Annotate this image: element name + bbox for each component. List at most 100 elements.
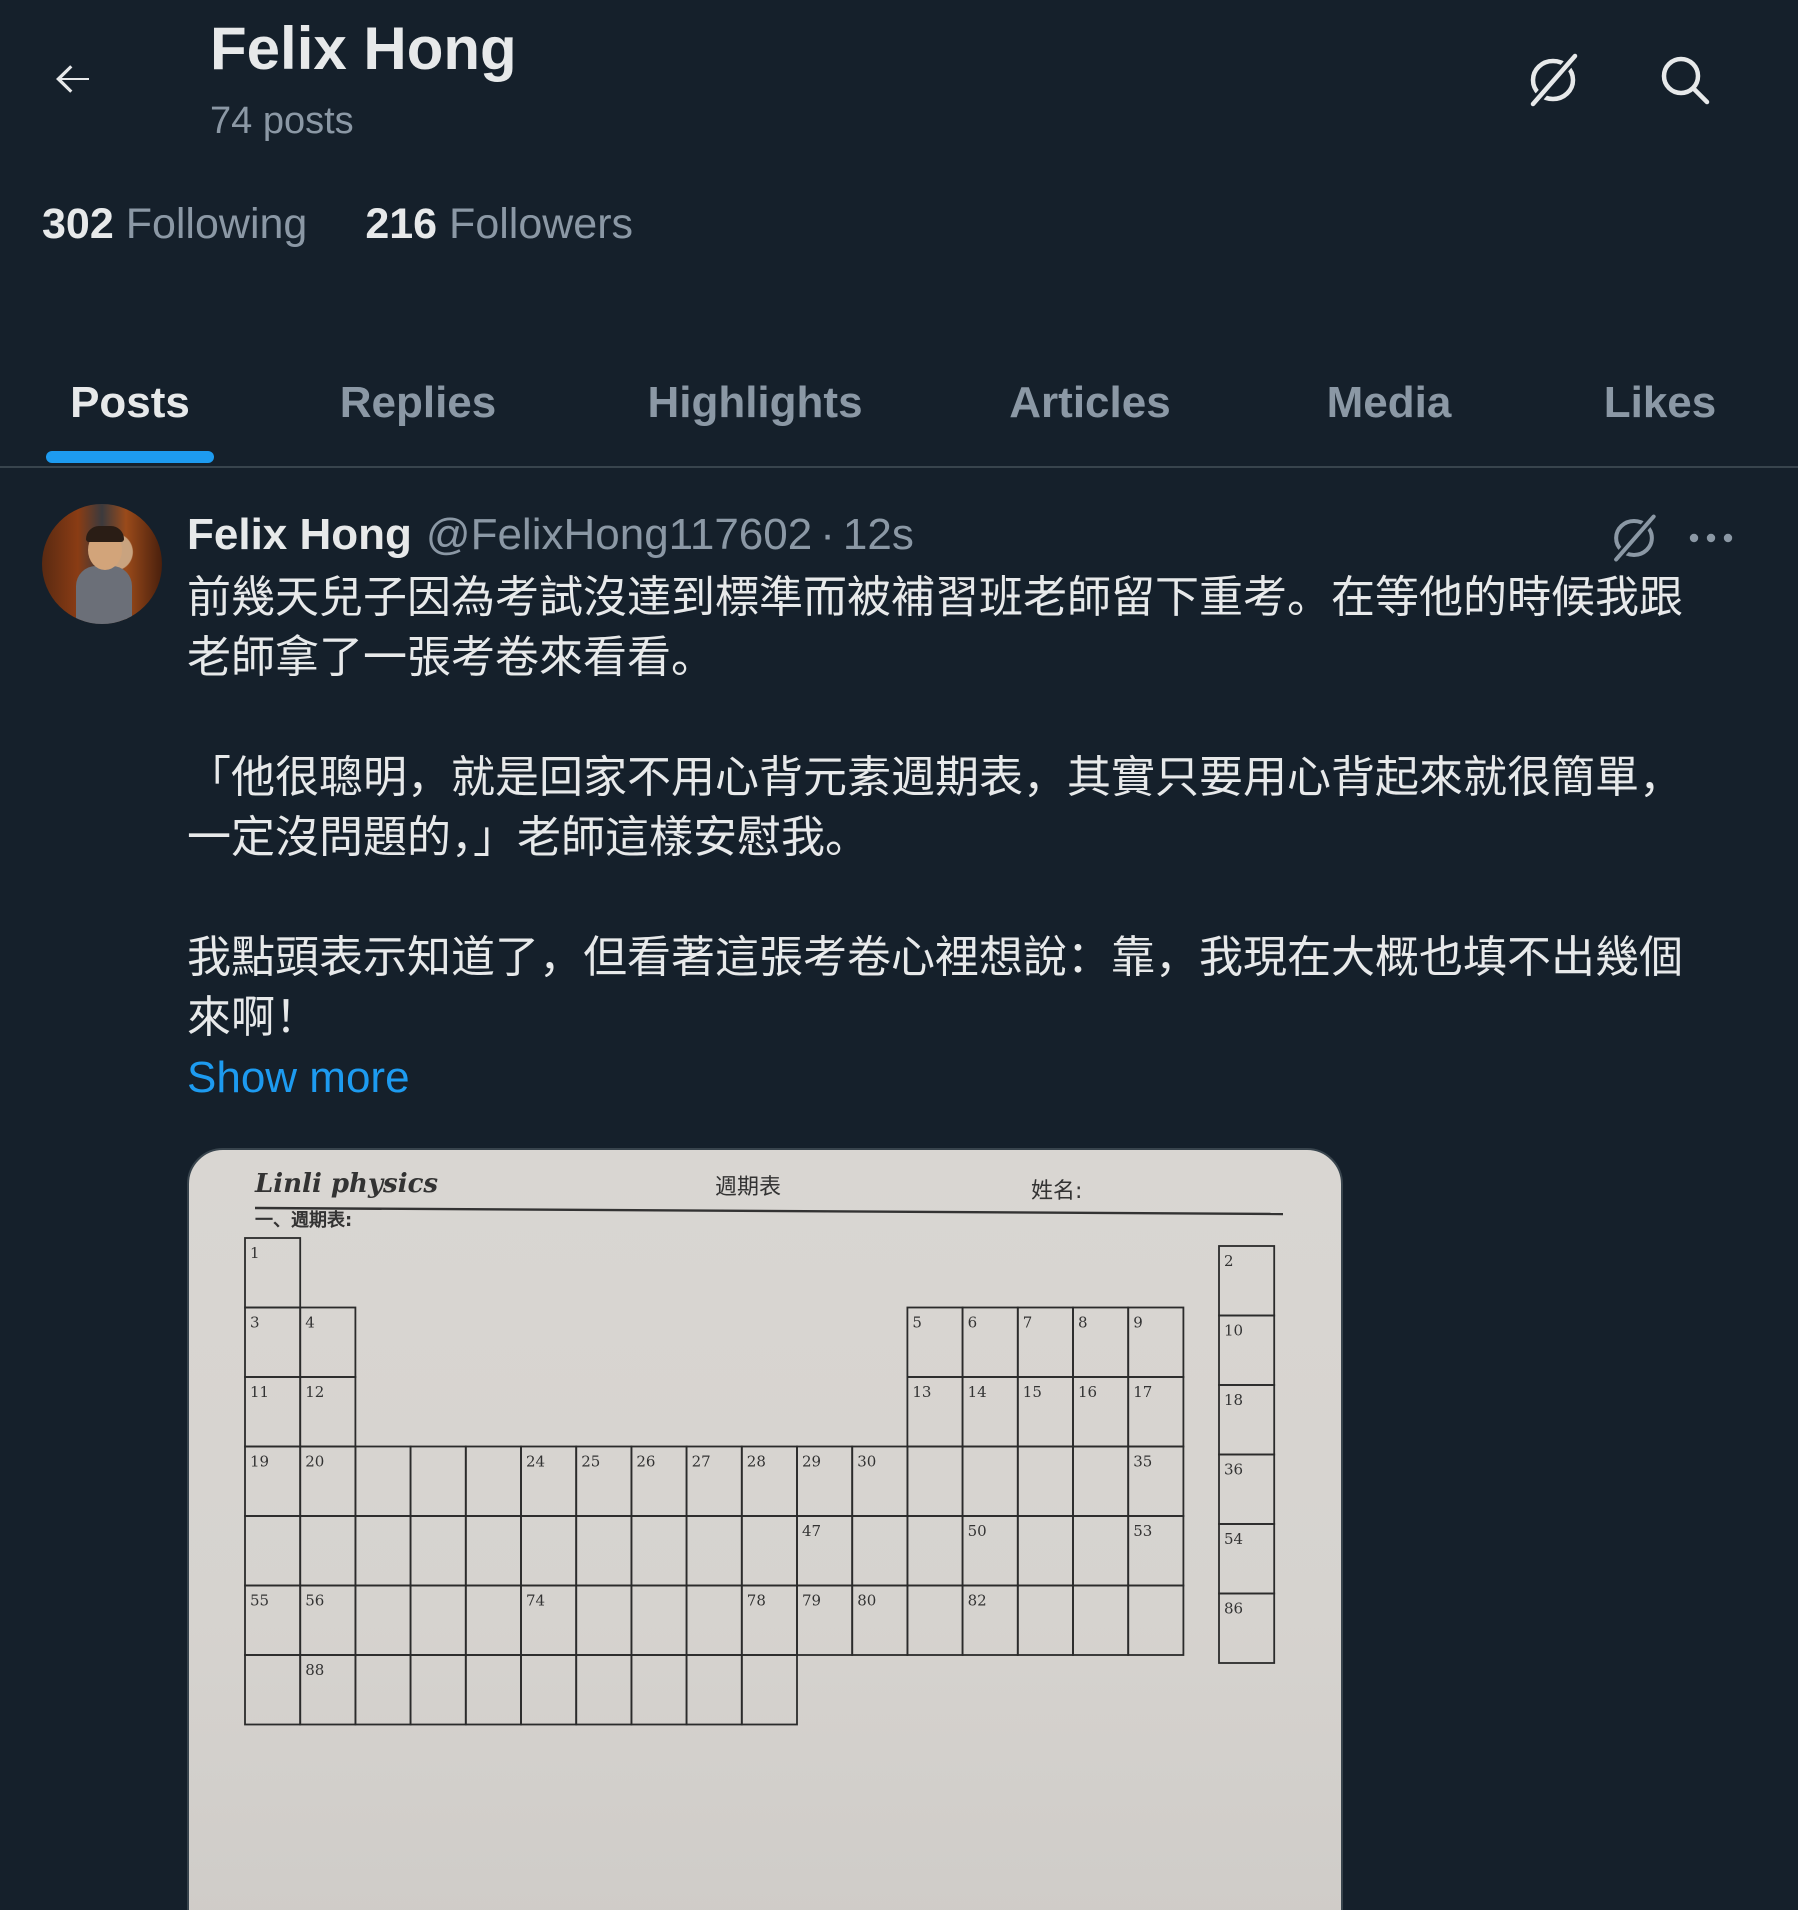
tab-replies[interactable]: Replies <box>310 340 526 466</box>
exam-title: 週期表 <box>715 1175 781 1200</box>
element-number: 82 <box>968 1592 987 1610</box>
element-number: 9 <box>1133 1314 1143 1332</box>
tweet-grok-button[interactable] <box>1604 508 1664 568</box>
back-button[interactable] <box>40 46 106 112</box>
followers-count: 216 <box>365 200 438 248</box>
element-cell <box>1016 1515 1074 1587</box>
element-cell <box>685 1515 743 1587</box>
tab-likes[interactable]: Likes <box>1580 340 1740 466</box>
element-cell <box>464 1515 522 1587</box>
show-more-link[interactable]: Show more <box>187 1048 410 1108</box>
element-number: 13 <box>912 1383 931 1401</box>
element-cell <box>464 1445 522 1517</box>
tweet-line: 前幾天兒子因為考試沒達到標準而被補習班老師留下重考。在等他的時候我跟 <box>187 572 1683 623</box>
avatar-figure-hair <box>86 526 124 542</box>
element-number: 1 <box>250 1244 260 1262</box>
tab-articles[interactable]: Articles <box>990 340 1190 466</box>
element-number: 74 <box>526 1592 545 1610</box>
grok-icon <box>1612 513 1658 563</box>
profile-page: Felix Hong 74 posts 302 Following 216 Fo… <box>0 0 1798 1910</box>
element-cell <box>630 1515 688 1587</box>
element-number: 78 <box>747 1592 766 1610</box>
element-cell <box>906 1584 964 1656</box>
avatar[interactable] <box>42 504 162 624</box>
element-cell <box>464 1654 522 1726</box>
element-number: 27 <box>692 1453 711 1471</box>
tweet-timestamp[interactable]: 12s <box>843 510 914 560</box>
element-number: 12 <box>305 1383 324 1401</box>
element-number: 16 <box>1078 1383 1097 1401</box>
tweet-text: 前幾天兒子因為考試沒達到標準而被補習班老師留下重考。在等他的時候我跟 老師拿了一… <box>187 568 1747 1108</box>
element-cell <box>244 1515 302 1587</box>
element-cell <box>1016 1584 1074 1656</box>
followers-link[interactable]: 216 Followers <box>365 200 633 260</box>
element-number: 25 <box>581 1453 600 1471</box>
element-cell <box>520 1515 578 1587</box>
exam-name-field: 姓名: <box>1031 1179 1082 1204</box>
element-cell <box>685 1584 743 1656</box>
followers-label: Followers <box>449 200 634 248</box>
tweet[interactable]: Felix Hong @FelixHong117602 · 12s 前幾天兒子因… <box>0 470 1798 1910</box>
element-number: 14 <box>968 1383 987 1401</box>
element-cell <box>409 1445 467 1517</box>
element-cell <box>630 1584 688 1656</box>
tweet-more-button[interactable] <box>1686 508 1736 568</box>
element-number: 24 <box>526 1453 545 1471</box>
search-button[interactable] <box>1649 44 1721 116</box>
exam-sheet: Linli physics 週期表 姓名: 一、週期表: 13 4 5 6 7 8 911 1… <box>244 1169 1284 1726</box>
tweet-header: Felix Hong @FelixHong117602 · 12s <box>187 510 914 570</box>
element-cell <box>409 1584 467 1656</box>
element-cell <box>575 1584 633 1656</box>
tweet-photo[interactable]: Linli physics 週期表 姓名: 一、週期表: 1 3 4 5 6 7 8 9 11 1… <box>187 1148 1343 1910</box>
more-horizontal-icon <box>1689 533 1733 543</box>
following-link[interactable]: 302 Following <box>42 200 307 260</box>
author-handle[interactable]: @FelixHong117602 <box>426 510 812 560</box>
profile-name: Felix Hong <box>210 15 517 82</box>
element-number: 56 <box>305 1592 324 1610</box>
profile-tabs: Posts Replies Highlights Articles Media … <box>0 340 1798 468</box>
element-number: 18 <box>1224 1391 1243 1409</box>
element-cell <box>1072 1445 1130 1517</box>
element-cell <box>354 1445 412 1517</box>
grok-icon <box>1529 52 1579 108</box>
element-number: 50 <box>968 1522 987 1540</box>
element-number: 88 <box>305 1661 324 1679</box>
element-cell <box>906 1445 964 1517</box>
element-cell <box>354 1584 412 1656</box>
element-number: 53 <box>1133 1522 1152 1540</box>
grok-button[interactable] <box>1517 44 1589 116</box>
author-name[interactable]: Felix Hong <box>187 510 412 560</box>
tweet-line: 我點頭表示知道了，但看著這張考卷心裡想說：靠，我現在大概也填不出幾個 <box>187 932 1683 983</box>
element-number: 3 <box>250 1314 260 1332</box>
post-count: 74 posts <box>210 100 354 142</box>
element-number: 36 <box>1224 1461 1243 1479</box>
element-number: 54 <box>1224 1530 1243 1548</box>
profile-header: Felix Hong 74 posts <box>0 0 1798 160</box>
element-number: 35 <box>1133 1453 1152 1471</box>
exam-section-label: 一、週期表: <box>255 1209 352 1231</box>
element-cell <box>464 1584 522 1656</box>
element-number: 26 <box>636 1453 655 1471</box>
element-cell <box>1016 1445 1074 1517</box>
element-cell <box>354 1654 412 1726</box>
tab-media[interactable]: Media <box>1300 340 1478 466</box>
tab-posts[interactable]: Posts <box>46 340 214 466</box>
element-number: 29 <box>802 1453 821 1471</box>
periodic-table-grid: 13 4 5 6 7 8 911 12 13 14 15 16 1719 20 24 25 26 27 28 29 30… <box>244 1237 1276 1726</box>
avatar-figure-body <box>76 566 132 624</box>
tab-highlights[interactable]: Highlights <box>620 340 890 466</box>
exam-header-rule <box>254 1206 1284 1216</box>
element-cell <box>1072 1515 1130 1587</box>
arrow-left-icon <box>56 65 89 93</box>
element-number: 47 <box>802 1522 821 1540</box>
element-cell <box>740 1654 798 1726</box>
element-cell <box>1127 1584 1185 1656</box>
element-cell <box>685 1654 743 1726</box>
element-number: 2 <box>1224 1252 1234 1270</box>
element-cell <box>409 1515 467 1587</box>
element-number: 11 <box>250 1383 269 1401</box>
tweet-line: 老師拿了一張考卷來看看。 <box>187 632 715 683</box>
active-tab-indicator <box>46 451 214 463</box>
